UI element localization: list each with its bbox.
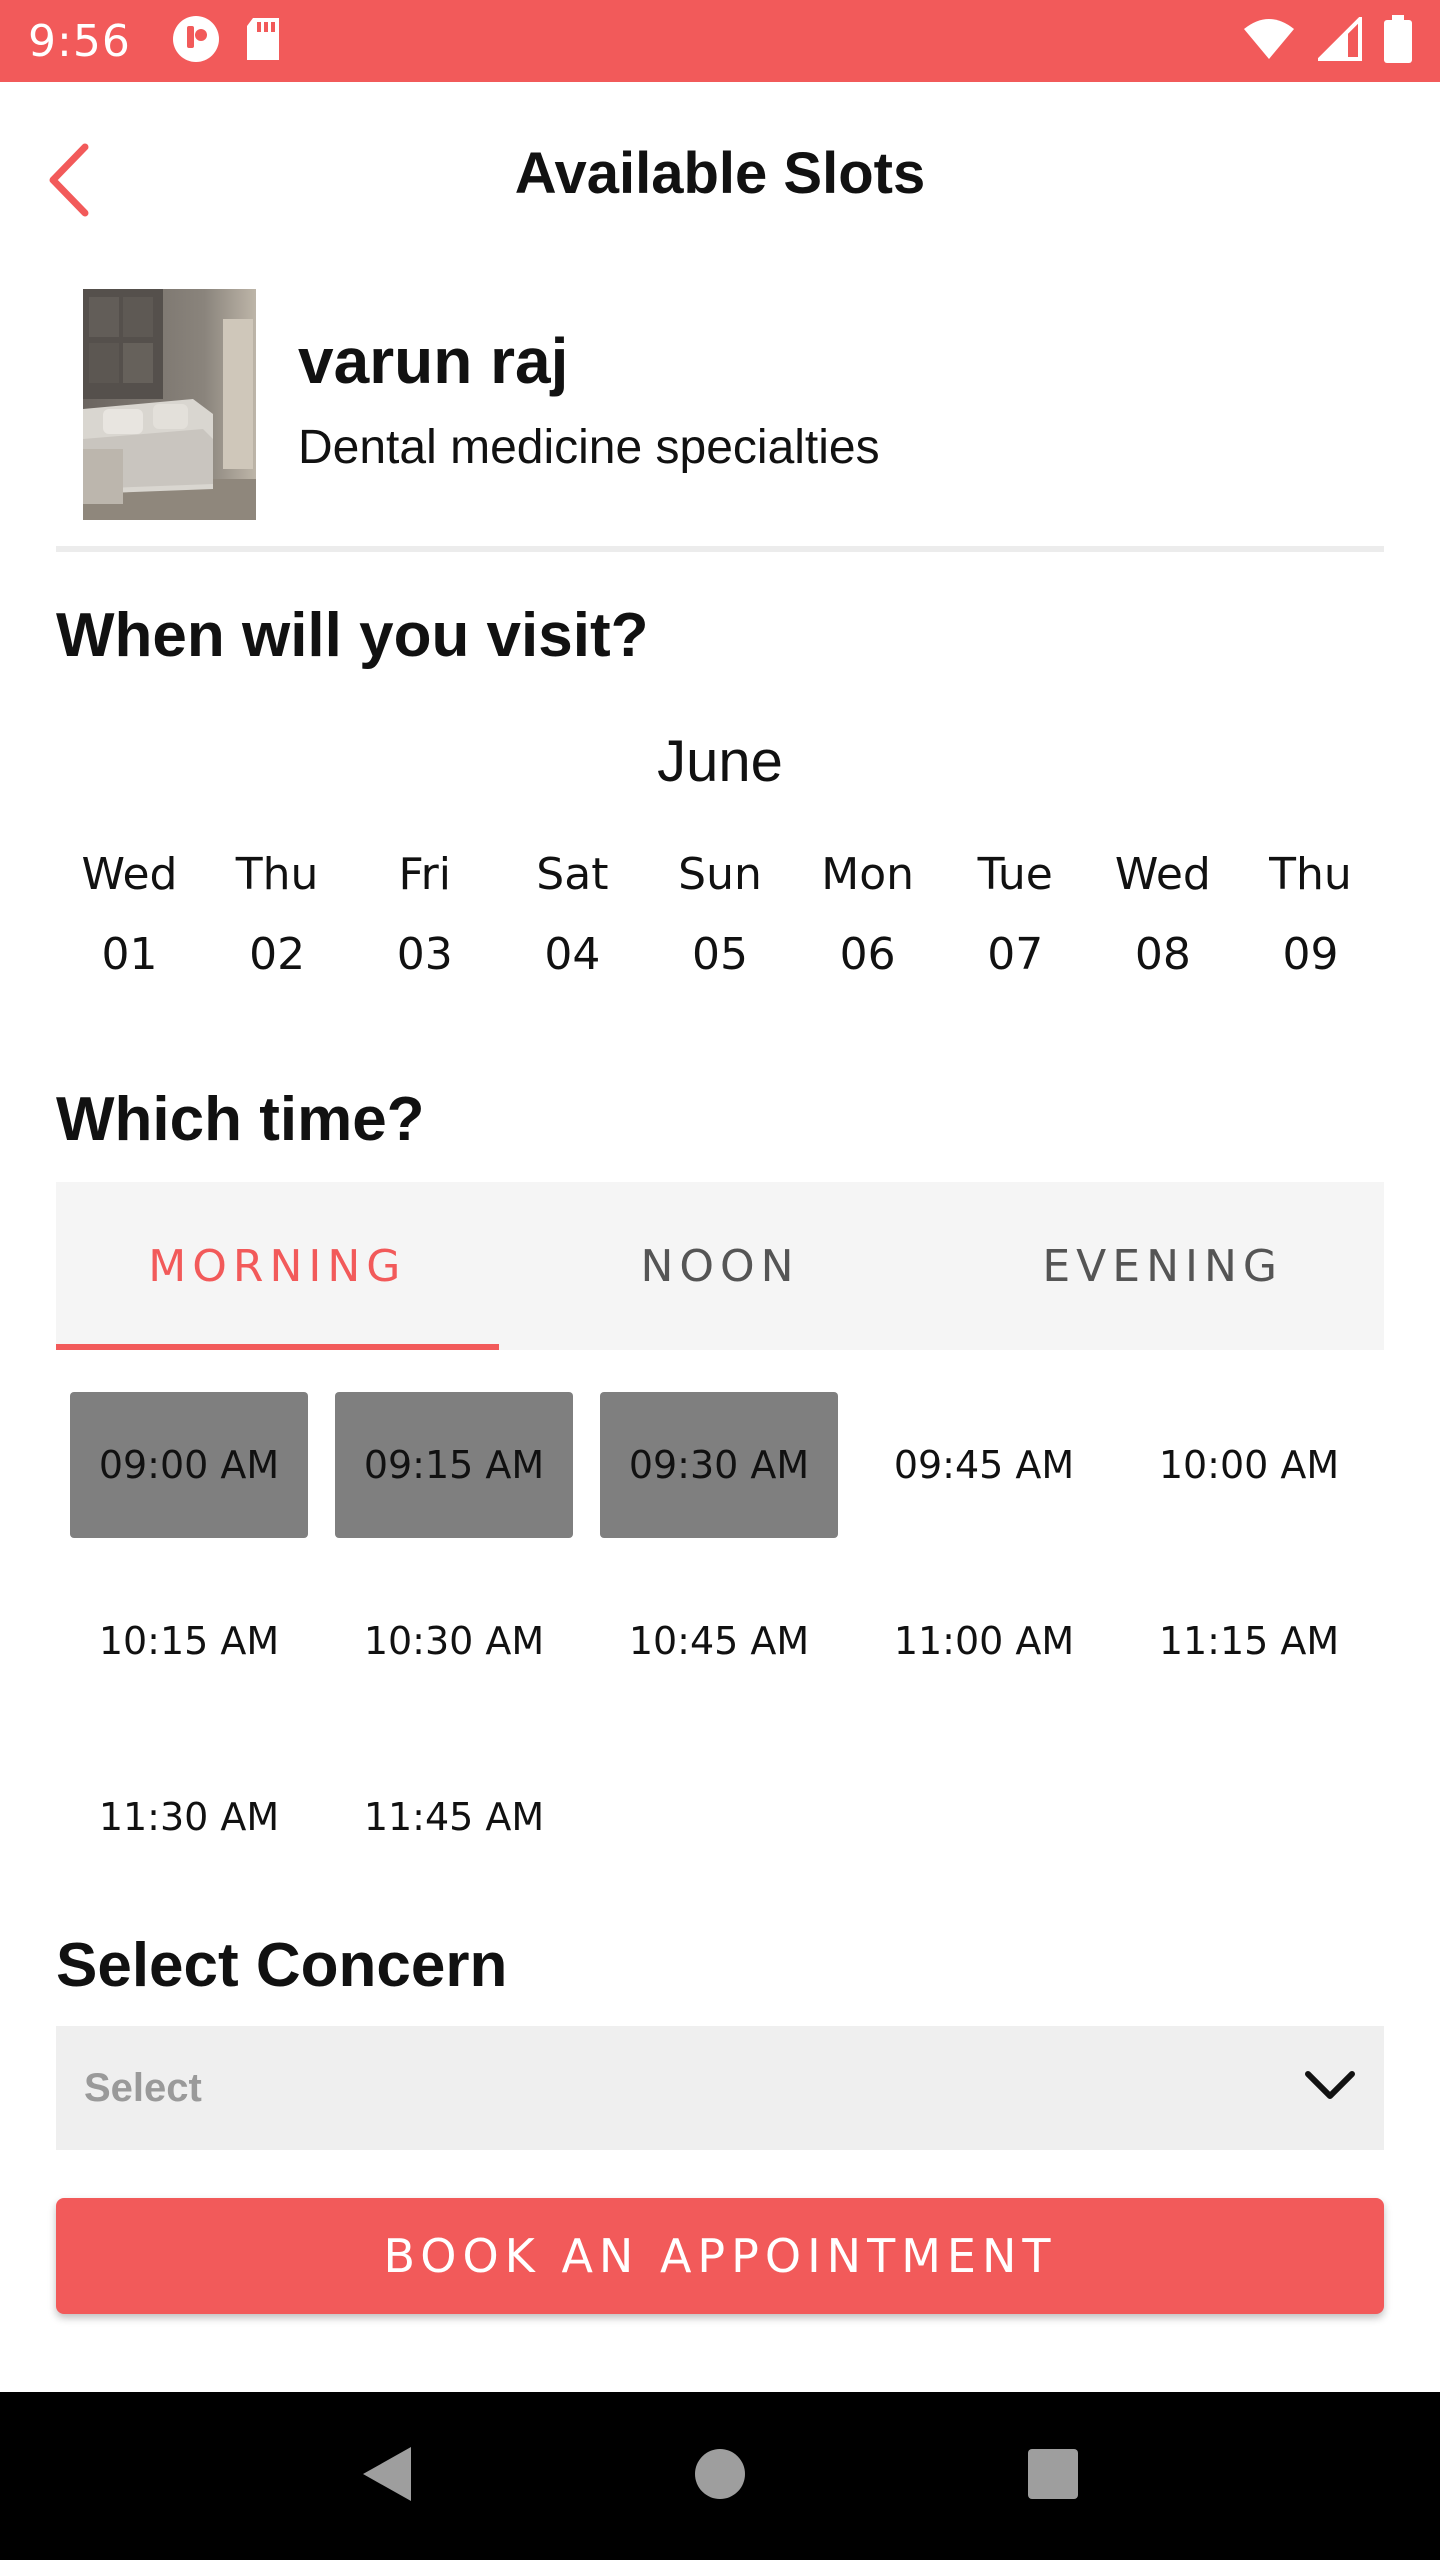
date-item[interactable]: Thu 09 [1237, 840, 1384, 1010]
date-strip: Wed 01 Thu 02 Fri 03 Sat 04 Sun 05 Mon 0… [56, 840, 1384, 1010]
time-tabs: MORNING NOON EVENING [56, 1182, 1384, 1350]
time-slot-grid: 09:00 AM 09:15 AM 09:30 AM 09:45 AM 10:0… [70, 1392, 1370, 1890]
date-day: Sun [678, 849, 762, 900]
page-title: Available Slots [514, 141, 926, 206]
date-item[interactable]: Wed 01 [56, 840, 203, 1010]
notification-app-icon [171, 14, 221, 69]
time-slot[interactable]: 09:15 AM [335, 1392, 573, 1538]
date-item[interactable]: Mon 06 [794, 840, 941, 1010]
recents-square-icon [1026, 2447, 1080, 2506]
time-slot[interactable]: 10:00 AM [1130, 1392, 1368, 1538]
date-item[interactable]: Sat 04 [499, 840, 646, 1010]
date-number: 02 [249, 929, 306, 980]
status-left-icons [171, 14, 283, 69]
battery-icon [1384, 14, 1412, 68]
status-right-icons [1242, 13, 1412, 68]
time-slot[interactable]: 11:45 AM [335, 1744, 573, 1890]
nav-home-button[interactable] [670, 2426, 770, 2526]
wifi-icon [1242, 17, 1296, 66]
time-slot[interactable]: 11:30 AM [70, 1744, 308, 1890]
date-item[interactable]: Sun 05 [647, 840, 794, 1010]
date-number: 07 [987, 929, 1044, 980]
concern-dropdown[interactable]: Select [56, 2026, 1384, 2150]
concern-heading: Select Concern [56, 1931, 508, 2000]
concern-placeholder: Select [84, 2065, 202, 2110]
date-item[interactable]: Wed 08 [1089, 840, 1236, 1010]
app-bar: Available Slots [0, 82, 1440, 272]
date-number: 04 [544, 929, 601, 980]
date-item[interactable]: Tue 07 [942, 840, 1089, 1010]
time-slot[interactable]: 09:45 AM [865, 1392, 1103, 1538]
status-bar: 9:56 [0, 0, 1440, 82]
book-appointment-button[interactable]: BOOK AN APPOINTMENT [56, 2198, 1384, 2314]
time-heading: Which time? [56, 1085, 425, 1154]
date-number: 06 [839, 929, 896, 980]
doctor-card: varun raj Dental medicine specialties [56, 272, 1384, 552]
home-circle-icon [693, 2447, 747, 2506]
sd-card-icon [243, 16, 283, 67]
date-day: Thu [1269, 849, 1352, 900]
date-item[interactable]: Fri 03 [351, 840, 498, 1010]
tab-evening[interactable]: EVENING [941, 1182, 1384, 1350]
date-number: 03 [396, 929, 453, 980]
date-item[interactable]: Thu 02 [204, 840, 351, 1010]
date-day: Sat [536, 849, 609, 900]
date-number: 09 [1282, 929, 1339, 980]
time-slot[interactable]: 09:00 AM [70, 1392, 308, 1538]
date-day: Fri [398, 849, 451, 900]
date-number: 01 [101, 929, 158, 980]
time-slot[interactable]: 09:30 AM [600, 1392, 838, 1538]
status-time: 9:56 [28, 15, 131, 67]
date-number: 05 [692, 929, 748, 980]
cellular-signal-icon [1315, 13, 1362, 66]
doctor-specialty: Dental medicine specialties [298, 421, 880, 474]
system-nav-bar [0, 2392, 1440, 2560]
time-slot[interactable]: 10:45 AM [600, 1568, 838, 1714]
tab-morning[interactable]: MORNING [56, 1182, 499, 1350]
time-slot[interactable]: 10:30 AM [335, 1568, 573, 1714]
date-day: Tue [977, 849, 1053, 900]
date-day: Thu [235, 849, 319, 900]
nav-back-button[interactable] [337, 2426, 437, 2526]
back-triangle-icon [359, 2443, 415, 2510]
visit-heading: When will you visit? [56, 601, 649, 670]
time-slot[interactable]: 10:15 AM [70, 1568, 308, 1714]
date-day: Wed [1114, 849, 1211, 900]
doctor-photo [83, 289, 256, 520]
date-day: Mon [821, 849, 915, 900]
nav-recents-button[interactable] [1003, 2426, 1103, 2526]
time-slot[interactable]: 11:15 AM [1130, 1568, 1368, 1714]
chevron-down-icon [1304, 2070, 1356, 2107]
date-day: Wed [81, 849, 178, 900]
date-number: 08 [1134, 929, 1191, 980]
month-label: June [657, 729, 783, 794]
time-slot[interactable]: 11:00 AM [865, 1568, 1103, 1714]
tab-noon[interactable]: NOON [499, 1182, 942, 1350]
doctor-name: varun raj [298, 325, 569, 397]
